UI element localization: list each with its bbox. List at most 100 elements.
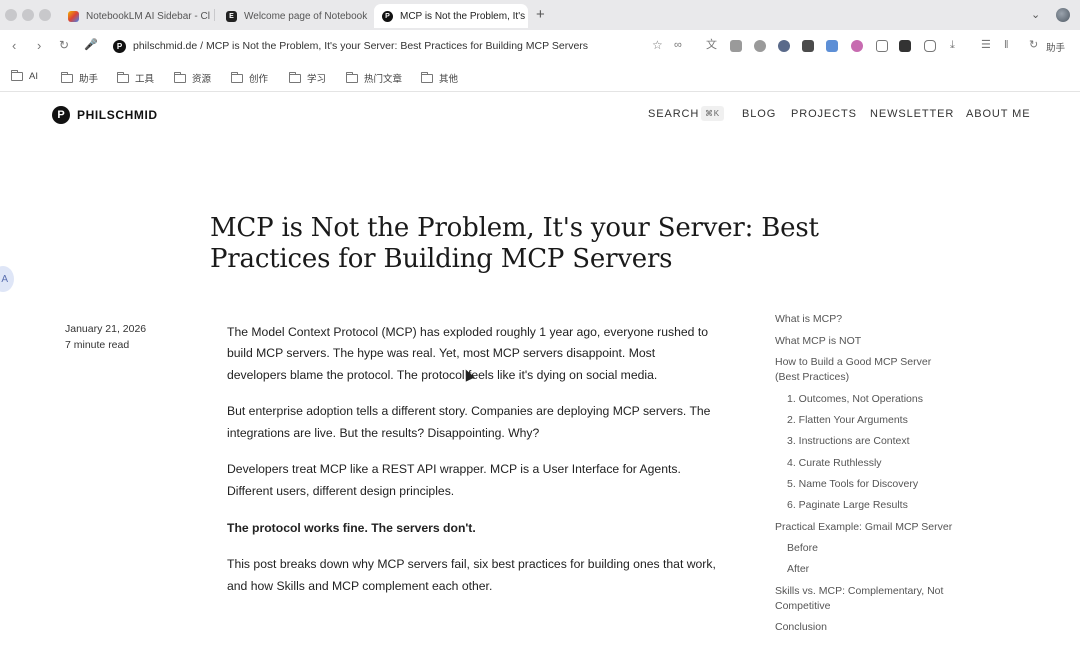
- download-icon[interactable]: ⤓: [950, 39, 955, 52]
- browser-tab-active[interactable]: P MCP is Not the Problem, It's: [374, 4, 528, 28]
- toc-subitem[interactable]: 3. Instructions are Context: [787, 434, 910, 449]
- back-icon[interactable]: ‹: [12, 39, 16, 52]
- extension-puzzle-icon[interactable]: [924, 40, 936, 52]
- assistant-icon[interactable]: ↻: [1029, 39, 1038, 52]
- window-close-button[interactable]: [5, 9, 17, 21]
- toc-subitem[interactable]: 1. Outcomes, Not Operations: [787, 392, 923, 407]
- bookmark-label: 工具: [135, 74, 155, 85]
- toc-item-continued[interactable]: Competitive: [775, 599, 830, 614]
- tab-title: NotebookLM AI Sidebar - Cl: [86, 10, 210, 22]
- folder-icon: [288, 71, 301, 83]
- bookmark-folder[interactable]: 工具: [116, 71, 155, 85]
- article-body: The Model Context Protocol (MCP) has exp…: [227, 322, 717, 612]
- post-date: January 21, 2026: [65, 323, 147, 335]
- toc-item[interactable]: Practical Example: Gmail MCP Server: [775, 520, 952, 535]
- bookmark-label: 助手: [79, 74, 99, 85]
- tab-list-chevron-icon[interactable]: ⌄: [1031, 8, 1040, 21]
- extension-icon[interactable]: [876, 40, 888, 52]
- bookmark-label: 热门文章: [364, 74, 403, 85]
- toc-subitem[interactable]: After: [787, 562, 809, 577]
- site-favicon: P: [113, 39, 126, 53]
- toc-item[interactable]: What is MCP?: [775, 312, 842, 327]
- nav-projects[interactable]: PROJECTS: [791, 108, 857, 120]
- nav-newsletter[interactable]: NEWSLETTER: [870, 108, 954, 120]
- bookmark-folder[interactable]: AI: [10, 70, 38, 82]
- nav-search[interactable]: SEARCH: [648, 108, 699, 120]
- notebooklm-icon: [68, 10, 79, 22]
- read-time: 7 minute read: [65, 339, 130, 351]
- bookmark-folder[interactable]: 助手: [60, 71, 99, 85]
- paragraph-bold: The protocol works fine. The servers don…: [227, 520, 476, 535]
- folder-icon: [116, 71, 129, 83]
- menu-icon[interactable]: ☰: [981, 39, 991, 52]
- bookmark-folder[interactable]: 热门文章: [345, 71, 403, 85]
- browser-toolbar: ‹ › ↻ 🎤 P philschmid.de / MCP is Not the…: [0, 30, 1080, 62]
- bookmark-folder[interactable]: 创作: [230, 71, 269, 85]
- extension-icon[interactable]: [899, 40, 911, 52]
- toc-item[interactable]: Skills vs. MCP: Complementary, Not: [775, 584, 943, 599]
- philschmid-favicon: P: [382, 10, 393, 22]
- site-header: P PHILSCHMID SEARCH ⌘K BLOG PROJECTS NEW…: [0, 94, 1080, 136]
- extension-icon[interactable]: [826, 40, 838, 52]
- browser-tab[interactable]: E Welcome page of Notebook: [218, 4, 368, 28]
- extension-icon[interactable]: [730, 40, 742, 52]
- window-minimize-button[interactable]: [22, 9, 34, 21]
- search-shortcut-badge: ⌘K: [701, 106, 724, 121]
- folder-icon: [173, 71, 186, 83]
- notebook-icon: E: [226, 10, 237, 22]
- url-text[interactable]: philschmid.de / MCP is Not the Problem, …: [133, 40, 588, 52]
- bookmark-label: 资源: [192, 74, 212, 85]
- window-maximize-button[interactable]: [39, 9, 51, 21]
- bookmark-folder[interactable]: 其他: [420, 71, 458, 85]
- extension-icon[interactable]: [754, 40, 766, 52]
- bookmark-label: 学习: [307, 74, 327, 85]
- bookmark-star-icon[interactable]: ☆: [652, 39, 663, 52]
- folder-icon: [345, 71, 358, 83]
- extension-icon[interactable]: [802, 40, 814, 52]
- microphone-icon[interactable]: 🎤: [84, 39, 98, 52]
- folder-icon: [60, 71, 73, 83]
- nav-about[interactable]: ABOUT ME: [966, 108, 1030, 120]
- extension-icon[interactable]: [851, 40, 863, 52]
- toc-item[interactable]: What MCP is NOT: [775, 334, 861, 349]
- bookmark-folder[interactable]: 学习: [288, 71, 327, 85]
- bookmark-folder[interactable]: 资源: [173, 71, 212, 85]
- toc-item[interactable]: How to Build a Good MCP Server: [775, 355, 931, 370]
- link-icon[interactable]: ∞: [674, 39, 682, 52]
- toc-item-continued[interactable]: (Best Practices): [775, 370, 849, 385]
- site-logo-icon[interactable]: P: [52, 106, 70, 124]
- folder-icon: [10, 70, 23, 81]
- extension-icon[interactable]: [778, 40, 790, 52]
- paragraph: Developers treat MCP like a REST API wra…: [227, 462, 681, 498]
- bookmark-label: AI: [29, 71, 38, 82]
- browser-tab-bar: NotebookLM AI Sidebar - Cl E Welcome pag…: [0, 0, 1080, 30]
- translate-icon[interactable]: 文: [706, 39, 717, 52]
- reload-icon[interactable]: ↻: [59, 39, 69, 52]
- toc-item[interactable]: Conclusion: [775, 620, 827, 635]
- new-tab-button[interactable]: +: [536, 7, 545, 22]
- site-brand[interactable]: PHILSCHMID: [77, 108, 158, 122]
- folder-icon: [420, 71, 433, 83]
- browser-tab[interactable]: NotebookLM AI Sidebar - Cl: [60, 4, 210, 28]
- toc-subitem[interactable]: 4. Curate Ruthlessly: [787, 456, 882, 471]
- bookmark-label: 创作: [249, 74, 269, 85]
- page-title: MCP is Not the Problem, It's your Server…: [210, 213, 830, 275]
- sidebar-assistant-button[interactable]: A: [0, 266, 14, 292]
- audio-icon[interactable]: ‖: [1004, 39, 1009, 52]
- profile-avatar[interactable]: [1056, 8, 1070, 22]
- tab-title: MCP is Not the Problem, It's: [400, 10, 526, 22]
- address-bar[interactable]: P philschmid.de / MCP is Not the Problem…: [108, 35, 693, 57]
- toc-subitem[interactable]: Before: [787, 541, 818, 556]
- toc-subitem[interactable]: 5. Name Tools for Discovery: [787, 477, 918, 492]
- folder-icon: [230, 71, 243, 83]
- assistant-label[interactable]: 助手: [1046, 40, 1065, 54]
- nav-blog[interactable]: BLOG: [742, 108, 776, 120]
- bookmarks-bar: AI 助手 工具 资源 创作 学习 热门文章 其他: [0, 62, 1080, 92]
- title-line: MCP is Not the Problem, It's your Server…: [210, 213, 819, 243]
- title-line: Practices for Building MCP Servers: [210, 244, 673, 274]
- paragraph: But enterprise adoption tells a differen…: [227, 404, 711, 440]
- forward-icon[interactable]: ›: [37, 39, 41, 52]
- tab-title: Welcome page of Notebook: [244, 10, 368, 22]
- toc-subitem[interactable]: 2. Flatten Your Arguments: [787, 413, 908, 428]
- toc-subitem[interactable]: 6. Paginate Large Results: [787, 498, 908, 513]
